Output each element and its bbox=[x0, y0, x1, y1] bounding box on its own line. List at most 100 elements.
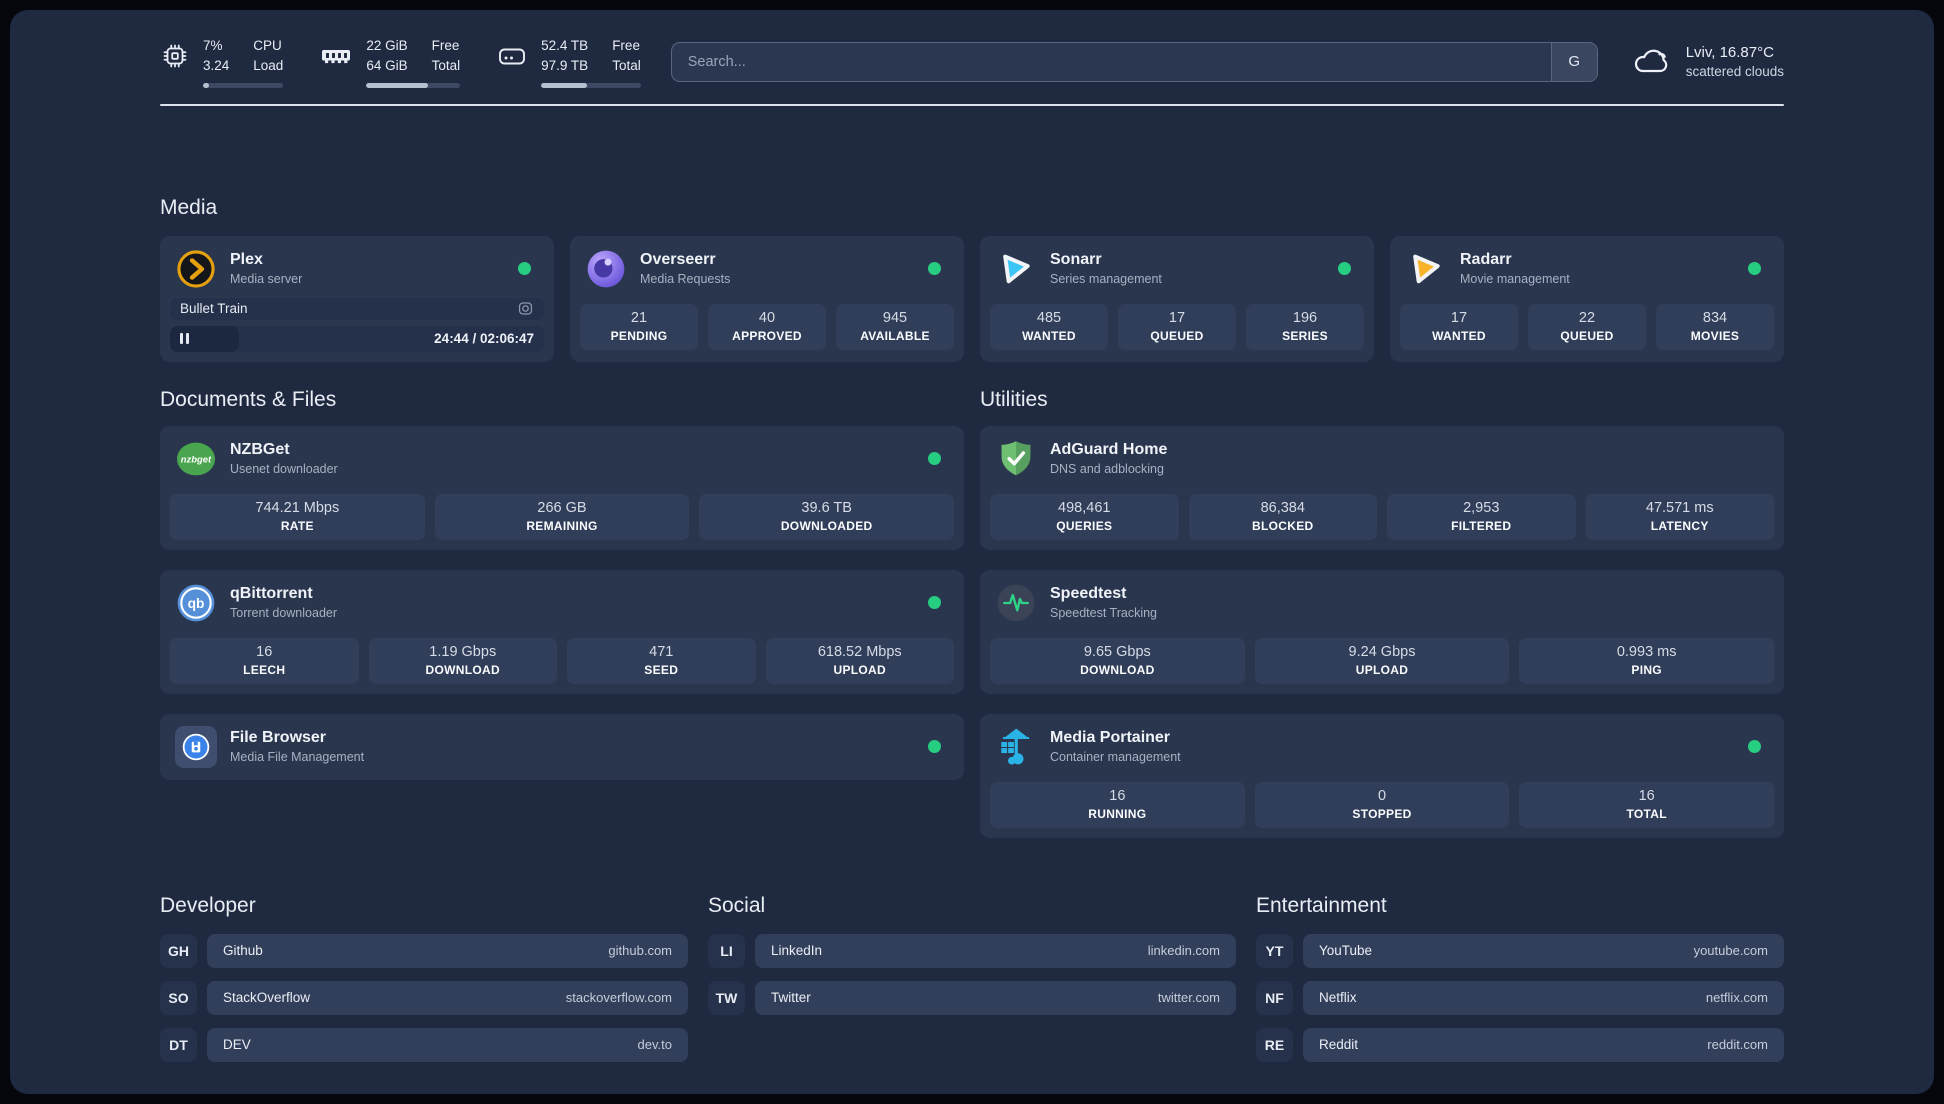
nzbget-icon: nzbget bbox=[175, 438, 217, 480]
stat-tile: 0 STOPPED bbox=[1254, 781, 1510, 828]
app-title: Plex bbox=[230, 251, 263, 268]
stat-label: LEECH bbox=[243, 663, 286, 677]
bookmark-name: YouTube bbox=[1319, 943, 1373, 958]
camera-session-icon[interactable] bbox=[517, 300, 534, 317]
bookmark-bar[interactable]: DEV dev.to bbox=[207, 1027, 688, 1062]
stat-tile: 498,461 QUERIES bbox=[990, 493, 1179, 540]
app-subtitle: Media File Management bbox=[230, 750, 365, 764]
stat-label: REMAINING bbox=[526, 519, 598, 533]
app-subtitle: Speedtest Tracking bbox=[1050, 606, 1158, 620]
stat-value: 39.6 TB bbox=[801, 500, 852, 516]
nzbget-card[interactable]: nzbget NZBGet Usenet downloader 744.21 M… bbox=[160, 425, 964, 550]
memory-total-value: 64 GiB bbox=[366, 58, 408, 74]
bookmark-dev[interactable]: DT DEV dev.to bbox=[160, 1027, 688, 1062]
status-online-dot bbox=[928, 452, 941, 465]
stat-tile: 9.24 Gbps UPLOAD bbox=[1254, 637, 1510, 684]
stat-value: 0 bbox=[1377, 788, 1387, 804]
stat-tile: 21 PENDING bbox=[580, 303, 698, 350]
stat-label: RUNNING bbox=[1088, 807, 1147, 821]
cpu-label: CPU bbox=[253, 38, 282, 53]
stat-tile: 471 SEED bbox=[567, 637, 756, 684]
bookmark-bar[interactable]: LinkedIn linkedin.com bbox=[755, 933, 1236, 968]
bookmark-tag: DT bbox=[160, 1027, 197, 1062]
stat-value: 21 bbox=[630, 310, 648, 326]
nzbget-icon-text: nzbget bbox=[181, 454, 212, 465]
stat-label: RATE bbox=[280, 519, 314, 533]
bookmark-reddit[interactable]: RE Reddit reddit.com bbox=[1256, 1027, 1784, 1062]
playback-elapsed-fill bbox=[170, 325, 240, 352]
bookmark-bar[interactable]: Github github.com bbox=[207, 933, 688, 968]
stat-value: 744.21 Mbps bbox=[255, 500, 340, 516]
now-playing-row: Bullet Train bbox=[170, 297, 544, 320]
bookmark-bar[interactable]: Twitter twitter.com bbox=[755, 980, 1236, 1015]
stat-tile: 22 QUEUED bbox=[1528, 303, 1646, 350]
bookmark-url: youtube.com bbox=[1693, 943, 1768, 958]
stat-label: UPLOAD bbox=[1355, 663, 1409, 677]
bookmark-tag: RE bbox=[1256, 1027, 1293, 1062]
stat-value: 266 GB bbox=[537, 500, 587, 516]
stat-tile: 2,953 FILTERED bbox=[1387, 493, 1576, 540]
stat-label: STOPPED bbox=[1352, 807, 1412, 821]
stat-tile: 485 WANTED bbox=[990, 303, 1108, 350]
stat-value: 498,461 bbox=[1058, 500, 1111, 516]
stat-tile: 1.19 Gbps DOWNLOAD bbox=[368, 637, 557, 684]
stat-value: 0.993 ms bbox=[1616, 644, 1677, 660]
stat-tile: 86,384 BLOCKED bbox=[1188, 493, 1377, 540]
bookmark-bar[interactable]: YouTube youtube.com bbox=[1303, 933, 1784, 968]
stat-label: DOWNLOADED bbox=[780, 519, 873, 533]
stat-label: QUEUED bbox=[1560, 329, 1614, 343]
stat-tile: 196 SERIES bbox=[1246, 303, 1364, 350]
overseerr-card[interactable]: Overseerr Media Requests 21 PENDING 40 A… bbox=[570, 235, 964, 362]
portainer-card[interactable]: Media Portainer Container management 16 … bbox=[980, 713, 1784, 838]
speedtest-icon bbox=[995, 582, 1037, 624]
stat-tile: 744.21 Mbps RATE bbox=[170, 493, 425, 540]
stat-tile: 39.6 TB DOWNLOADED bbox=[699, 493, 955, 540]
stat-value: 16 bbox=[1109, 788, 1126, 804]
stat-value: 17 bbox=[1168, 310, 1186, 326]
stat-label: AVAILABLE bbox=[860, 329, 930, 343]
stat-value: 834 bbox=[1702, 310, 1728, 326]
filebrowser-card[interactable]: File Browser Media File Management bbox=[160, 713, 964, 780]
search-input[interactable] bbox=[671, 42, 1551, 81]
social-section-heading: Social bbox=[708, 893, 766, 917]
adguard-card[interactable]: AdGuard Home DNS and adblocking 498,461 … bbox=[980, 425, 1784, 550]
stat-tile: 0.993 ms PING bbox=[1519, 637, 1775, 684]
stat-label: DOWNLOAD bbox=[425, 663, 500, 677]
bookmark-twitter[interactable]: TW Twitter twitter.com bbox=[708, 980, 1236, 1015]
app-title: Radarr bbox=[1460, 251, 1512, 268]
bookmark-url: reddit.com bbox=[1707, 1037, 1768, 1052]
bookmark-bar[interactable]: Reddit reddit.com bbox=[1303, 1027, 1784, 1062]
storage-stat: 52.4 TB 97.9 TB Free Total bbox=[496, 36, 641, 88]
stat-tile: 16 LEECH bbox=[170, 637, 359, 684]
playback-time: 24:44 / 02:06:47 bbox=[434, 331, 534, 346]
app-title: qBittorrent bbox=[230, 585, 313, 602]
bookmark-name: Reddit bbox=[1319, 1037, 1359, 1052]
stat-value: 86,384 bbox=[1260, 500, 1305, 516]
bookmark-linkedin[interactable]: LI LinkedIn linkedin.com bbox=[708, 933, 1236, 968]
bookmark-github[interactable]: GH Github github.com bbox=[160, 933, 688, 968]
bookmark-bar[interactable]: StackOverflow stackoverflow.com bbox=[207, 980, 688, 1015]
pause-icon[interactable] bbox=[180, 333, 189, 344]
qbittorrent-card[interactable]: qb qBittorrent Torrent downloader 16 LEE… bbox=[160, 569, 964, 694]
search-engine-button[interactable]: G bbox=[1550, 42, 1597, 81]
speedtest-card[interactable]: Speedtest Speedtest Tracking 9.65 Gbps D… bbox=[980, 569, 1784, 694]
bookmark-tag: LI bbox=[708, 933, 745, 968]
search-bar[interactable]: G bbox=[670, 41, 1598, 82]
bookmark-youtube[interactable]: YT YouTube youtube.com bbox=[1256, 933, 1784, 968]
stat-value: 945 bbox=[882, 310, 908, 326]
developer-column: Developer GH Github github.com SO StackO… bbox=[160, 894, 688, 1062]
stat-tile: 16 RUNNING bbox=[990, 781, 1245, 828]
playback-progress-bar[interactable]: 24:44 / 02:06:47 bbox=[170, 325, 544, 352]
stat-value: 9.65 Gbps bbox=[1083, 644, 1151, 660]
plex-card[interactable]: Plex Media server Bullet Train 24:44 / 0… bbox=[160, 235, 554, 362]
cloud-icon bbox=[1634, 49, 1667, 72]
bookmark-bar[interactable]: Netflix netflix.com bbox=[1303, 980, 1784, 1015]
bookmark-url: netflix.com bbox=[1705, 990, 1768, 1005]
sonarr-card[interactable]: Sonarr Series management 485 WANTED 17 Q… bbox=[980, 235, 1374, 362]
stat-tile: 17 WANTED bbox=[1400, 303, 1518, 350]
radarr-card[interactable]: Radarr Movie management 17 WANTED 22 QUE… bbox=[1390, 235, 1784, 362]
bookmark-stackoverflow[interactable]: SO StackOverflow stackoverflow.com bbox=[160, 980, 688, 1015]
bookmark-netflix[interactable]: NF Netflix netflix.com bbox=[1256, 980, 1784, 1015]
media-section-heading: Media bbox=[160, 195, 218, 219]
app-title: Speedtest bbox=[1050, 585, 1127, 602]
